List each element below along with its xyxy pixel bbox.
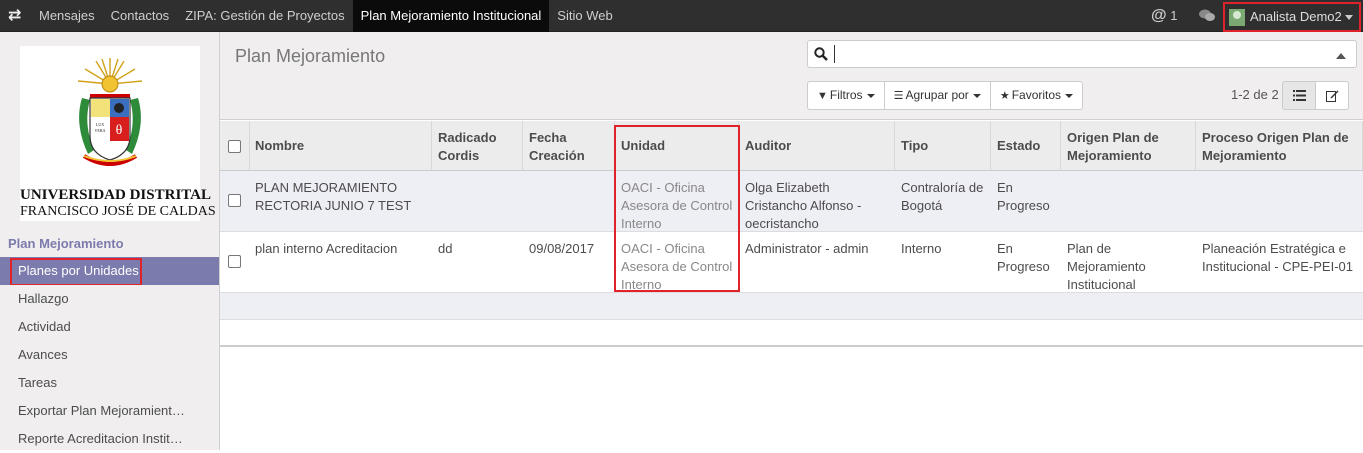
cell-origen: Plan de Mejoramiento Institucional bbox=[1067, 241, 1146, 292]
favorites-label: Favoritos bbox=[1011, 88, 1062, 102]
pager-value[interactable]: 1-2 de 2 bbox=[1231, 87, 1279, 102]
favorites-button[interactable]: ★ Favoritos bbox=[989, 81, 1084, 110]
view-switcher bbox=[1282, 81, 1349, 110]
menu-item-mensajes[interactable]: Mensajes bbox=[31, 0, 103, 32]
user-name: Analista Demo2 bbox=[1250, 9, 1342, 24]
filters-button[interactable]: ▼ Filtros bbox=[807, 81, 885, 110]
sidebar-item-actividad[interactable]: Actividad bbox=[0, 313, 219, 341]
group-by-label: Agrupar por bbox=[905, 88, 969, 102]
user-menu[interactable]: Analista Demo2 bbox=[1223, 2, 1361, 32]
chevron-down-icon bbox=[1345, 15, 1353, 20]
cell-estado: En Progreso bbox=[997, 180, 1050, 213]
cell-nombre: plan interno Acreditacion bbox=[255, 241, 398, 256]
column-header-origen[interactable]: Origen Plan de Mejoramiento bbox=[1061, 121, 1196, 170]
main-content: Plan Mejoramiento ▼ Filtros ☰ Agrupar por … bbox=[220, 32, 1363, 450]
cell-auditor: Administrator - admin bbox=[745, 241, 869, 256]
sidebar-item-avances[interactable]: Avances bbox=[0, 341, 219, 369]
sidebar-item-exportar[interactable]: Exportar Plan Mejoramient… bbox=[0, 397, 219, 425]
app-switcher-icon[interactable]: ⇄ bbox=[8, 6, 26, 26]
cell-proceso bbox=[1196, 171, 1363, 231]
column-header-proceso[interactable]: Proceso Origen Plan de Mejoramiento bbox=[1196, 121, 1363, 170]
cell-radicado: dd bbox=[438, 241, 453, 256]
form-view-button[interactable] bbox=[1315, 81, 1349, 110]
svg-text:LUX: LUX bbox=[96, 122, 104, 127]
list-view-button[interactable] bbox=[1282, 81, 1316, 110]
column-header-auditor[interactable]: Auditor bbox=[739, 121, 895, 170]
chevron-down-icon bbox=[866, 93, 875, 98]
svg-text:θ: θ bbox=[116, 123, 123, 138]
menu-item-zipa[interactable]: ZIPA: Gestión de Proyectos bbox=[177, 0, 352, 32]
cell-auditor: Olga Elizabeth Cristancho Alfonso - oecr… bbox=[745, 180, 862, 231]
column-header-fecha[interactable]: Fecha Creación bbox=[523, 121, 615, 170]
row-checkbox[interactable] bbox=[228, 194, 241, 207]
column-header-unidad[interactable]: Unidad bbox=[615, 121, 739, 170]
cell-radicado bbox=[432, 171, 523, 231]
sidebar-item-hallazgo[interactable]: Hallazgo bbox=[0, 285, 219, 313]
empty-row bbox=[220, 293, 1363, 320]
mentions-button[interactable]: @ 1 bbox=[1151, 0, 1177, 32]
cell-origen bbox=[1061, 171, 1196, 231]
cell-estado: En Progreso bbox=[997, 241, 1050, 274]
menu-item-contactos[interactable]: Contactos bbox=[103, 0, 178, 32]
column-header-nombre[interactable]: Nombre bbox=[249, 121, 432, 170]
chevron-down-icon bbox=[972, 93, 981, 98]
cell-nombre: PLAN MEJORAMIENTO RECTORIA JUNIO 7 TEST bbox=[255, 180, 412, 213]
filter-icon: ▼ bbox=[817, 90, 828, 102]
cell-fecha: 09/08/2017 bbox=[529, 241, 595, 256]
list-icon bbox=[1293, 90, 1306, 101]
select-all-cell bbox=[220, 121, 250, 170]
top-menu: Mensajes Contactos ZIPA: Gestión de Proy… bbox=[31, 0, 621, 32]
logo-title: UNIVERSIDAD DISTRITAL bbox=[20, 187, 212, 203]
chevron-down-icon bbox=[1065, 93, 1074, 98]
sidebar-item-planes-por-unidades[interactable]: Planes por Unidades bbox=[0, 257, 219, 285]
filters-label: Filtros bbox=[829, 88, 863, 102]
row-select-cell bbox=[220, 171, 250, 231]
toggle-search-options-icon[interactable] bbox=[1336, 53, 1346, 59]
mentions-count: 1 bbox=[1170, 8, 1178, 23]
star-icon: ★ bbox=[999, 90, 1010, 102]
search-options: ▼ Filtros ☰ Agrupar por ★ Favoritos bbox=[807, 81, 1084, 110]
column-header-estado[interactable]: Estado bbox=[991, 121, 1061, 170]
table-row[interactable]: PLAN MEJORAMIENTO RECTORIA JUNIO 7 TEST … bbox=[220, 171, 1363, 232]
sidebar-menu: Planes por Unidades Hallazgo Actividad A… bbox=[0, 257, 219, 453]
cell-unidad: OACI - Oficina Asesora de Control Intern… bbox=[621, 241, 733, 292]
sidebar-item-reporte[interactable]: Reporte Acreditacion Instit… bbox=[0, 425, 219, 453]
search-input[interactable] bbox=[834, 45, 1314, 63]
logo-subtitle: FRANCISCO JOSÉ DE CALDAS bbox=[20, 204, 216, 219]
avatar bbox=[1229, 9, 1245, 26]
at-icon: @ bbox=[1151, 7, 1167, 24]
table-header: Nombre Radicado Cordis Fecha Creación Un… bbox=[220, 121, 1363, 171]
select-all-checkbox[interactable] bbox=[228, 140, 241, 153]
cell-proceso: Planeación Estratégica e Institucional -… bbox=[1202, 241, 1354, 274]
sidebar-item-tareas[interactable]: Tareas bbox=[0, 369, 219, 397]
column-header-radicado[interactable]: Radicado Cordis bbox=[432, 121, 523, 170]
cell-tipo: Interno bbox=[901, 241, 942, 256]
sidebar: LUX VERA θ UNIVERSIDAD DISTRITAL FRANCIS… bbox=[0, 32, 220, 450]
row-checkbox[interactable] bbox=[228, 255, 241, 268]
page-title: Plan Mejoramiento bbox=[235, 46, 386, 66]
cell-tipo: Contraloría de Bogotá bbox=[901, 180, 984, 213]
menu-item-plan-mejoramiento[interactable]: Plan Mejoramiento Institucional bbox=[352, 0, 550, 32]
menu-item-sitio-web[interactable]: Sitio Web bbox=[549, 0, 620, 32]
search-bar[interactable] bbox=[807, 40, 1357, 68]
edit-icon bbox=[1326, 90, 1339, 102]
empty-row bbox=[220, 320, 1363, 347]
cell-fecha bbox=[523, 171, 615, 231]
control-panel: Plan Mejoramiento ▼ Filtros ☰ Agrupar por … bbox=[220, 32, 1363, 120]
column-header-tipo[interactable]: Tipo bbox=[895, 121, 991, 170]
top-navbar: ⇄ Mensajes Contactos ZIPA: Gestión de Pr… bbox=[0, 0, 1363, 32]
svg-text:VERA: VERA bbox=[95, 128, 106, 133]
chat-icon[interactable] bbox=[1199, 9, 1215, 23]
company-logo[interactable]: LUX VERA θ UNIVERSIDAD DISTRITAL FRANCIS… bbox=[20, 46, 216, 221]
cell-unidad: OACI - Oficina Asesora de Control Intern… bbox=[621, 180, 733, 231]
search-icon bbox=[814, 47, 828, 61]
table-row[interactable]: plan interno Acreditacion dd 09/08/2017 … bbox=[220, 232, 1363, 293]
sidebar-section-title: Plan Mejoramiento bbox=[8, 236, 124, 251]
highlight-box bbox=[10, 258, 142, 285]
crest-icon: LUX VERA θ bbox=[77, 58, 143, 166]
group-by-button[interactable]: ☰ Agrupar por bbox=[883, 81, 991, 110]
bars-icon: ☰ bbox=[893, 90, 904, 102]
row-select-cell bbox=[220, 232, 250, 292]
